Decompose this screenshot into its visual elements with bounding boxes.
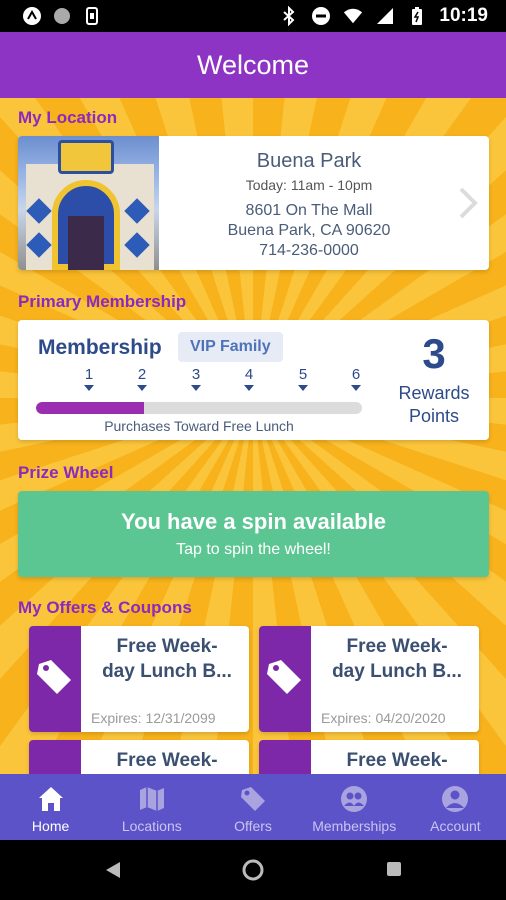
home-icon <box>38 787 63 811</box>
nav-label: Memberships <box>312 818 397 834</box>
nav-label: Account <box>430 818 481 834</box>
page-title: Welcome <box>196 49 310 80</box>
recents-icon[interactable] <box>386 861 402 877</box>
rewards-points-value: 3 <box>422 330 446 377</box>
offer-expiry: Expires: 04/20/2020 <box>321 710 446 726</box>
offer-card[interactable]: Free Week- <box>259 740 479 774</box>
spin-title: You have a spin available <box>121 509 386 534</box>
location-address-line1: 8601 On The Mall <box>245 202 373 219</box>
spin-subtitle: Tap to spin the wheel! <box>176 541 331 558</box>
rewards-points-label: Rewards Points <box>398 383 470 426</box>
home-circle-icon[interactable] <box>242 859 264 881</box>
progress-step: 5 <box>293 366 313 391</box>
main-content[interactable]: My Location Buena Park Today: 11am - 10p… <box>0 98 506 774</box>
progress-step: 6 <box>346 366 366 391</box>
tag-icon <box>267 660 301 694</box>
system-navigation-bar <box>0 840 506 900</box>
location-photo <box>18 136 159 270</box>
location-phone[interactable]: 714-236-0000 <box>159 242 459 260</box>
prize-wheel-heading: Prize Wheel <box>18 463 114 482</box>
location-address-line2: Buena Park, CA 90620 <box>227 222 391 239</box>
nav-account[interactable]: Account <box>405 774 506 840</box>
map-icon <box>139 787 164 811</box>
members-icon <box>341 786 368 812</box>
my-location-heading: My Location <box>18 108 118 127</box>
membership-card[interactable]: Membership VIP Family 1 2 3 4 5 6 Purcha… <box>18 320 489 440</box>
progress-fill <box>36 402 144 414</box>
tag-icon <box>37 660 71 694</box>
progress-caption: Purchases Toward Free Lunch <box>104 418 294 434</box>
location-name: Buena Park <box>256 150 362 172</box>
nav-offers[interactable]: Offers <box>202 774 303 840</box>
offers-heading: My Offers & Coupons <box>18 598 192 617</box>
nav-home[interactable]: Home <box>0 774 101 840</box>
offer-title: Free Week- <box>346 750 448 771</box>
offer-title: Free Week- <box>116 750 218 771</box>
bottom-navigation: Home Locations Offers Memberships Accoun… <box>0 774 506 840</box>
location-hours: Today: 11am - 10pm <box>245 177 373 193</box>
tag-icon <box>241 787 265 811</box>
purchase-progress-bar <box>36 402 362 414</box>
wifi-icon <box>343 6 363 26</box>
nav-label: Offers <box>234 818 272 834</box>
chevron-right-icon <box>459 187 478 219</box>
nav-memberships[interactable]: Memberships <box>304 774 405 840</box>
primary-membership-heading: Primary Membership <box>18 292 187 311</box>
nav-label: Home <box>31 818 70 834</box>
do-not-disturb-icon <box>311 6 331 26</box>
offer-card[interactable]: Free Week-day Lunch B... Expires: 12/31/… <box>29 626 249 732</box>
progress-step: 1 <box>79 366 99 391</box>
nav-label: Locations <box>121 818 182 834</box>
app-header: Welcome <box>0 32 506 98</box>
clock: 10:19 <box>439 5 488 26</box>
offer-title: Free Week-day Lunch B... <box>102 636 232 682</box>
location-card[interactable]: Buena Park Today: 11am - 10pm 8601 On Th… <box>18 136 489 270</box>
nav-locations[interactable]: Locations <box>101 774 202 840</box>
progress-step: 3 <box>186 366 206 391</box>
offer-expiry: Expires: 12/31/2099 <box>91 710 216 726</box>
membership-label: Membership <box>38 336 162 359</box>
circle-notification-icon <box>52 6 72 26</box>
battery-icon <box>407 6 427 26</box>
signal-icon <box>375 6 395 26</box>
app-notification-icon <box>22 6 42 26</box>
membership-tier-badge: VIP Family <box>178 332 283 362</box>
status-bar: 10:19 <box>0 0 506 32</box>
back-icon[interactable] <box>104 860 122 880</box>
progress-step: 4 <box>239 366 259 391</box>
bluetooth-icon <box>279 6 299 26</box>
account-icon <box>442 786 469 812</box>
offer-title: Free Week-day Lunch B... <box>332 636 462 682</box>
offer-card[interactable]: Free Week- <box>29 740 249 774</box>
phone-notification-icon <box>82 6 102 26</box>
progress-step: 2 <box>132 366 152 391</box>
spin-wheel-button[interactable]: You have a spin available Tap to spin th… <box>18 491 489 577</box>
offer-card[interactable]: Free Week-day Lunch B... Expires: 04/20/… <box>259 626 479 732</box>
